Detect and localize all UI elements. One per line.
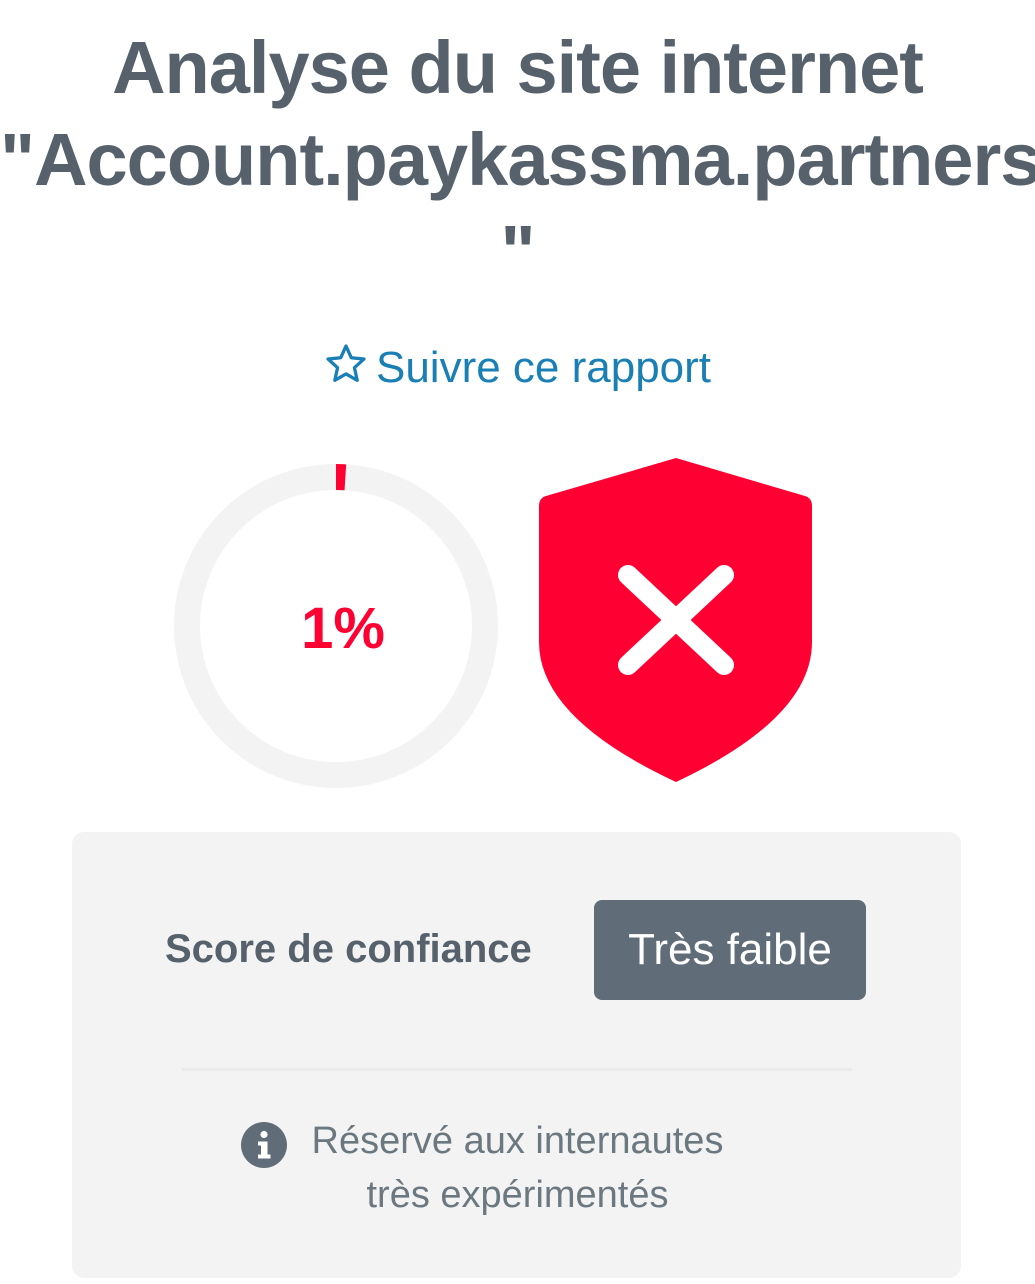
star-outline-icon [326, 344, 366, 382]
score-label: Score de confiance [165, 927, 532, 971]
divider [182, 1068, 852, 1071]
follow-report-label: Suivre ce rapport [375, 343, 712, 392]
title-line-2: "Account.paykassma.partners [0, 118, 1035, 201]
shield-x-icon [539, 458, 812, 782]
trust-percentage: 1% [301, 596, 385, 661]
page-title: Analyse du site internet "Account.paykas… [0, 22, 1035, 298]
experience-note: Réservé aux internautes très expérimenté… [311, 1120, 724, 1216]
score-badge: Très faible [594, 900, 866, 1000]
info-circle-icon [241, 1122, 287, 1168]
title-line-1: Analyse du site internet [112, 26, 924, 109]
follow-report-link[interactable]: Suivre ce rapport [0, 340, 1035, 396]
title-line-3: " [500, 210, 535, 293]
